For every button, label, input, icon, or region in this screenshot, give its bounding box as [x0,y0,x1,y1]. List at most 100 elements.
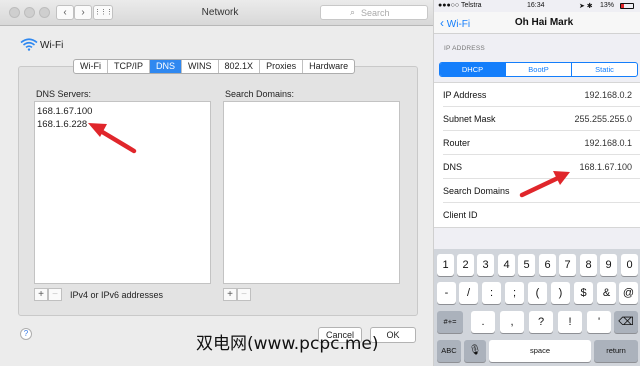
battery-level [621,4,624,8]
add-domain-button[interactable]: + [223,288,237,301]
row-value: 192.168.0.1 [584,138,632,148]
key[interactable]: ; [505,282,524,304]
space-key[interactable]: space [489,340,591,362]
back-button[interactable]: ‹ [56,5,74,20]
ip-mode-segmented-control: DHCP BootP Static [439,62,638,77]
close-window-button[interactable] [9,7,20,18]
search-icon: ⌕ [350,7,356,17]
router-row: Router 192.168.0.1 [443,131,640,155]
segment-dhcp[interactable]: DHCP [440,63,506,76]
client-id-row[interactable]: Client ID [443,203,640,227]
row-value: 192.168.0.2 [584,90,632,100]
carrier-signal: ●●●○○ Telstra [438,2,482,9]
key[interactable]: . [471,311,495,333]
return-key[interactable]: return [594,340,638,362]
tab-dns[interactable]: DNS [150,60,183,73]
minimize-window-button[interactable] [24,7,35,18]
key[interactable]: 6 [539,254,556,276]
search-domains-row[interactable]: Search Domains [443,179,640,203]
network-preferences-window: ‹ › ⋮⋮⋮ Network ⌕ Search Wi-Fi Wi-Fi TCP… [0,0,433,366]
tab-hardware[interactable]: Hardware [303,60,354,73]
row-value: 255.255.255.0 [574,114,632,124]
chevron-right-icon: › [81,7,85,18]
key[interactable]: : [482,282,501,304]
key[interactable]: 2 [457,254,474,276]
back-label: Wi-Fi [446,19,471,30]
grid-icon: ⋮⋮⋮ [94,9,113,16]
key[interactable]: , [500,311,524,333]
search-domains-label: Search Domains: [225,89,295,99]
backspace-icon[interactable]: ⌫ [614,311,638,333]
window-title: Network [201,7,239,18]
remove-dns-button[interactable]: − [48,288,62,301]
key[interactable]: 0 [621,254,638,276]
row-label: Subnet Mask [443,114,496,124]
search-placeholder: Search [361,8,390,18]
ios-wifi-detail-screen: ●●●○○ Telstra 16:34 ➤ ✱ 13% ‹ Wi-Fi Oh H… [433,0,640,366]
navigation-bar: ‹ Wi-Fi Oh Hai Mark [434,12,640,34]
search-domains-list[interactable] [223,101,400,284]
forward-button[interactable]: › [74,5,92,20]
chevron-left-icon: ‹ [440,16,444,30]
key[interactable]: 8 [580,254,597,276]
symbols-shift-key[interactable]: #+= [437,311,463,333]
key[interactable]: ! [558,311,582,333]
key[interactable]: @ [619,282,638,304]
settings-tabs: Wi-Fi TCP/IP DNS WINS 802.1X Proxies Har… [73,59,356,74]
tab-8021x[interactable]: 802.1X [219,60,261,73]
tab-wifi[interactable]: Wi-Fi [74,60,108,73]
row-label: Client ID [443,210,478,220]
ip-settings-table: IP Address 192.168.0.2 Subnet Mask 255.2… [434,82,640,228]
wifi-icon [20,38,38,51]
battery-icon [620,3,634,9]
status-bar: ●●●○○ Telstra 16:34 ➤ ✱ 13% [434,0,640,12]
location-bluetooth-icons: ➤ ✱ [579,3,593,10]
row-label: IP Address [443,90,487,100]
dns-add-remove: + − [34,288,62,301]
remove-domain-button[interactable]: − [237,288,251,301]
show-all-button[interactable]: ⋮⋮⋮ [93,5,113,20]
key[interactable]: 3 [477,254,494,276]
key[interactable]: ) [551,282,570,304]
help-button[interactable]: ? [20,328,32,340]
address-hint: IPv4 or IPv6 addresses [70,290,164,300]
battery-percent: 13% [600,2,615,9]
network-name-title: Oh Hai Mark [514,17,574,28]
key[interactable]: 1 [437,254,454,276]
key[interactable]: 7 [559,254,576,276]
tab-tcpip[interactable]: TCP/IP [108,60,151,73]
key[interactable]: ? [529,311,553,333]
dns-server-entry[interactable]: 168.1.67.100 [37,106,92,117]
row-label: DNS [443,162,463,172]
tab-wins[interactable]: WINS [182,60,219,73]
segment-static[interactable]: Static [572,63,637,76]
add-dns-button[interactable]: + [34,288,48,301]
watermark-text: 双电网(www.pcpc.me) [196,334,379,354]
key[interactable]: / [459,282,478,304]
key[interactable]: - [437,282,456,304]
segment-bootp[interactable]: BootP [506,63,572,76]
dns-field[interactable]: 168.1.67.100 [579,162,632,172]
abc-key[interactable]: ABC [437,340,461,362]
dns-server-entry[interactable]: 168.1.6.228 [37,119,87,130]
key[interactable]: $ [574,282,593,304]
domain-add-remove: + − [223,288,251,301]
key[interactable]: 4 [498,254,515,276]
row-label: Router [443,138,471,148]
zoom-window-button[interactable] [39,7,50,18]
ip-address-section-header: IP ADDRESS [444,45,485,52]
key[interactable]: & [597,282,616,304]
dns-row[interactable]: DNS 168.1.67.100 [443,155,640,179]
key[interactable]: ' [587,311,611,333]
key[interactable]: 9 [600,254,617,276]
back-to-wifi-button[interactable]: ‹ Wi-Fi [440,16,470,30]
key[interactable]: 5 [518,254,535,276]
dns-servers-list[interactable]: 168.1.67.100 168.1.6.228 [34,101,211,284]
status-time: 16:34 [527,2,545,9]
microphone-icon[interactable]: 🎙 [464,340,486,362]
tab-proxies[interactable]: Proxies [260,60,304,73]
ip-address-row: IP Address 192.168.0.2 [443,83,640,107]
row-label: Search Domains [443,186,510,196]
search-input[interactable]: ⌕ Search [320,5,428,20]
key[interactable]: ( [528,282,547,304]
